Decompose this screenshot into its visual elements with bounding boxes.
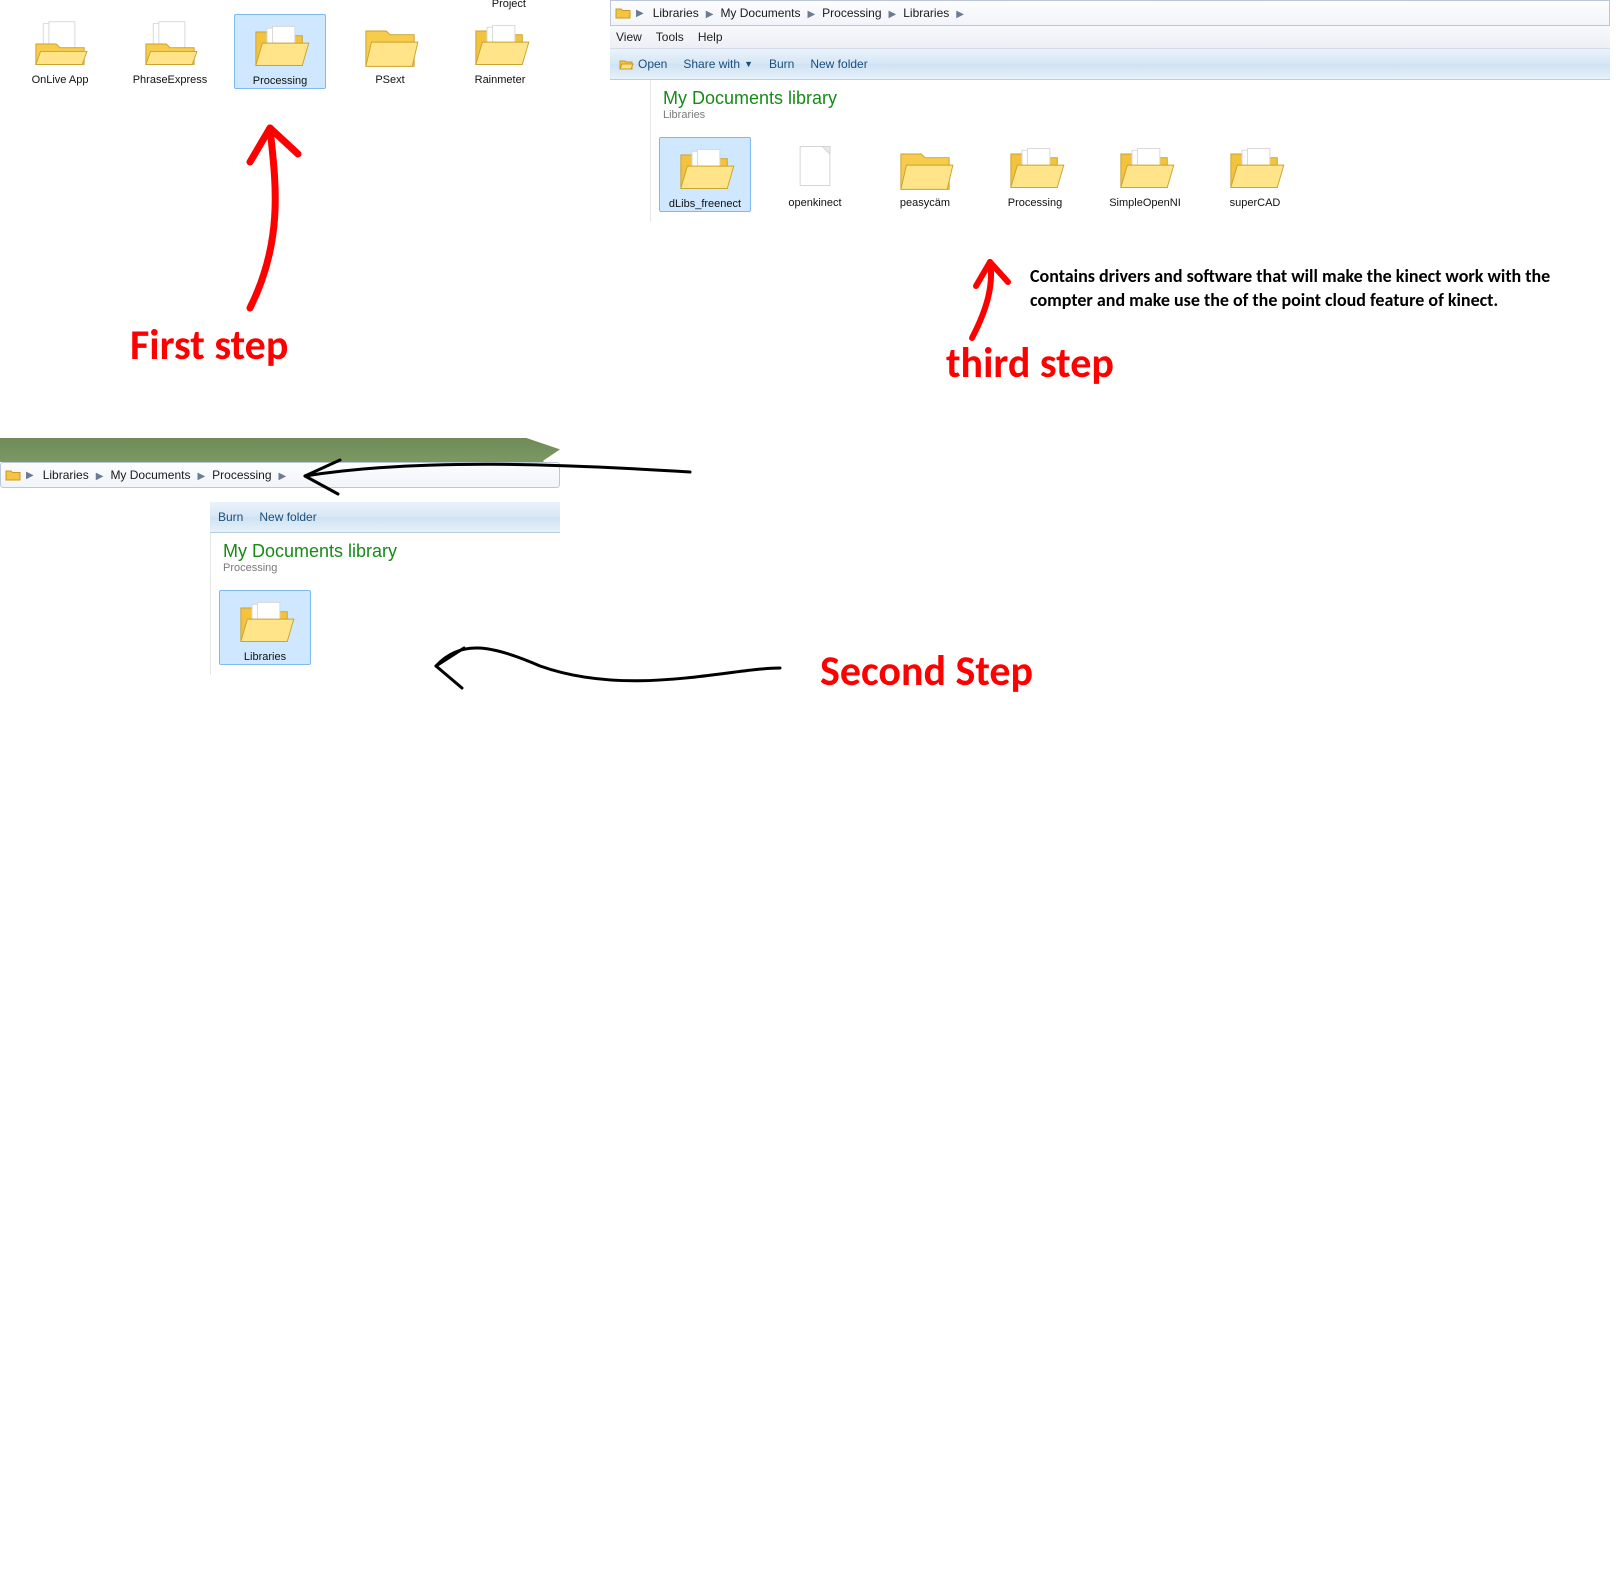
folder-icon <box>468 18 532 70</box>
share-with-button[interactable]: Share with▼ <box>683 57 753 71</box>
lib-header-step2: My Documents library Processing <box>211 533 560 580</box>
new-folder-button[interactable]: New folder <box>259 510 316 524</box>
folder-item[interactable]: PhraseExpress <box>124 14 216 89</box>
breadcrumb-segment[interactable]: Processing <box>208 466 275 484</box>
folder-icon <box>28 18 92 70</box>
folder-icon <box>248 19 312 71</box>
folder-item[interactable]: Processing <box>234 14 326 89</box>
folder-item[interactable]: dLibs_freenect <box>659 137 751 212</box>
folder-label: dLibs_freenect <box>660 198 750 211</box>
folder-icon <box>5 467 21 483</box>
arrow-step1 <box>220 118 340 318</box>
breadcrumb-segment[interactable]: Libraries <box>39 466 93 484</box>
menu-bar: View Tools Help <box>610 26 1610 49</box>
step2-content: Burn New folder My Documents library Pro… <box>210 502 560 675</box>
folder-icon <box>615 5 631 21</box>
breadcrumb-segment[interactable]: My Documents <box>106 466 194 484</box>
step3-folder-row: dLibs_freenect openkinect peasycäm Processi… <box>651 127 1610 222</box>
breadcrumb-step3[interactable]: ▶ Libraries▶My Documents▶Processing▶Libr… <box>610 0 1610 26</box>
folder-icon <box>358 18 422 70</box>
breadcrumb-step2[interactable]: ▶ Libraries▶My Documents▶Processing▶ <box>0 462 560 488</box>
step1-label: First step <box>130 320 288 371</box>
open-icon <box>618 56 634 72</box>
chevron-right-icon: ▶ <box>197 471 205 482</box>
lib-title: My Documents library <box>223 541 548 562</box>
folder-label: PhraseExpress <box>124 74 216 87</box>
burn-button[interactable]: Burn <box>218 510 243 524</box>
step2-panel: ▶ Libraries▶My Documents▶Processing▶ <box>0 462 560 488</box>
folder-label: Processing <box>235 75 325 88</box>
toolbar-step2: Burn New folder <box>210 502 560 533</box>
breadcrumb-segment[interactable]: My Documents <box>716 4 804 22</box>
step3-description: Contains drivers and software that will … <box>1030 264 1570 313</box>
chevron-right-icon: ▶ <box>96 471 104 482</box>
breadcrumb-segment[interactable]: Libraries <box>649 4 703 22</box>
step1-panel: Project OnLive App PhraseExpress Processin… <box>6 0 566 130</box>
arrow-step3 <box>958 256 1028 346</box>
lib-subtitle: Processing <box>223 562 548 574</box>
lib-header-step3: My Documents library Libraries <box>651 80 1610 127</box>
menu-help[interactable]: Help <box>698 30 723 44</box>
folder-icon <box>783 141 847 193</box>
chevron-right-icon: ▶ <box>706 9 714 20</box>
chevron-right-icon: ▶ <box>26 470 34 481</box>
menu-tools[interactable]: Tools <box>656 30 684 44</box>
step3-label: third step <box>946 338 1114 389</box>
burn-button[interactable]: Burn <box>769 57 794 71</box>
folder-item[interactable]: peasycäm <box>879 137 971 212</box>
folder-icon <box>893 141 957 193</box>
folder-icon <box>1223 141 1287 193</box>
chevron-right-icon: ▶ <box>807 9 815 20</box>
folder-item[interactable]: Processing <box>989 137 1081 212</box>
lib-subtitle: Libraries <box>663 109 1598 121</box>
folder-item[interactable]: OnLive App <box>14 14 106 89</box>
folder-icon <box>233 595 297 647</box>
folder-label: PSext <box>344 74 436 87</box>
step2-label: Second Step <box>820 646 1033 697</box>
step1-folder-row: OnLive App PhraseExpress Processing PSext Ra… <box>6 0 566 99</box>
chevron-down-icon: ▼ <box>744 59 753 69</box>
chevron-right-icon: ▶ <box>636 8 644 19</box>
new-folder-button[interactable]: New folder <box>810 57 867 71</box>
chevron-right-icon: ▶ <box>889 9 897 20</box>
chevron-right-icon: ▶ <box>956 9 964 20</box>
folder-icon <box>1113 141 1177 193</box>
menu-view[interactable]: View <box>616 30 642 44</box>
folder-item[interactable]: PSext <box>344 14 436 89</box>
folder-label: Libraries <box>220 651 310 664</box>
folder-item[interactable]: Libraries <box>219 590 311 665</box>
folder-icon <box>673 142 737 194</box>
folder-label: peasycäm <box>879 197 971 210</box>
toolbar-step3: Open Share with▼ Burn New folder <box>610 49 1610 80</box>
open-button[interactable]: Open <box>618 56 667 72</box>
folder-item[interactable]: superCAD <box>1209 137 1301 212</box>
step2-folder-row: Libraries <box>211 580 560 675</box>
folder-label: openkinect <box>769 197 861 210</box>
folder-label: Rainmeter <box>454 74 546 87</box>
partial-folder-label: Project <box>492 0 526 10</box>
folder-label: SimpleOpenNI <box>1099 197 1191 210</box>
folder-icon <box>138 18 202 70</box>
lib-title: My Documents library <box>663 88 1598 109</box>
folder-label: Processing <box>989 197 1081 210</box>
breadcrumb-segment[interactable]: Libraries <box>899 4 953 22</box>
folder-item[interactable]: SimpleOpenNI <box>1099 137 1191 212</box>
folder-icon <box>1003 141 1067 193</box>
folder-item[interactable]: Rainmeter <box>454 14 546 89</box>
folder-item[interactable]: openkinect <box>769 137 861 212</box>
step3-panel: ▶ Libraries▶My Documents▶Processing▶Libr… <box>610 0 1610 222</box>
folder-label: superCAD <box>1209 197 1301 210</box>
chevron-right-icon: ▶ <box>279 471 287 482</box>
breadcrumb-segment[interactable]: Processing <box>818 4 885 22</box>
folder-label: OnLive App <box>14 74 106 87</box>
